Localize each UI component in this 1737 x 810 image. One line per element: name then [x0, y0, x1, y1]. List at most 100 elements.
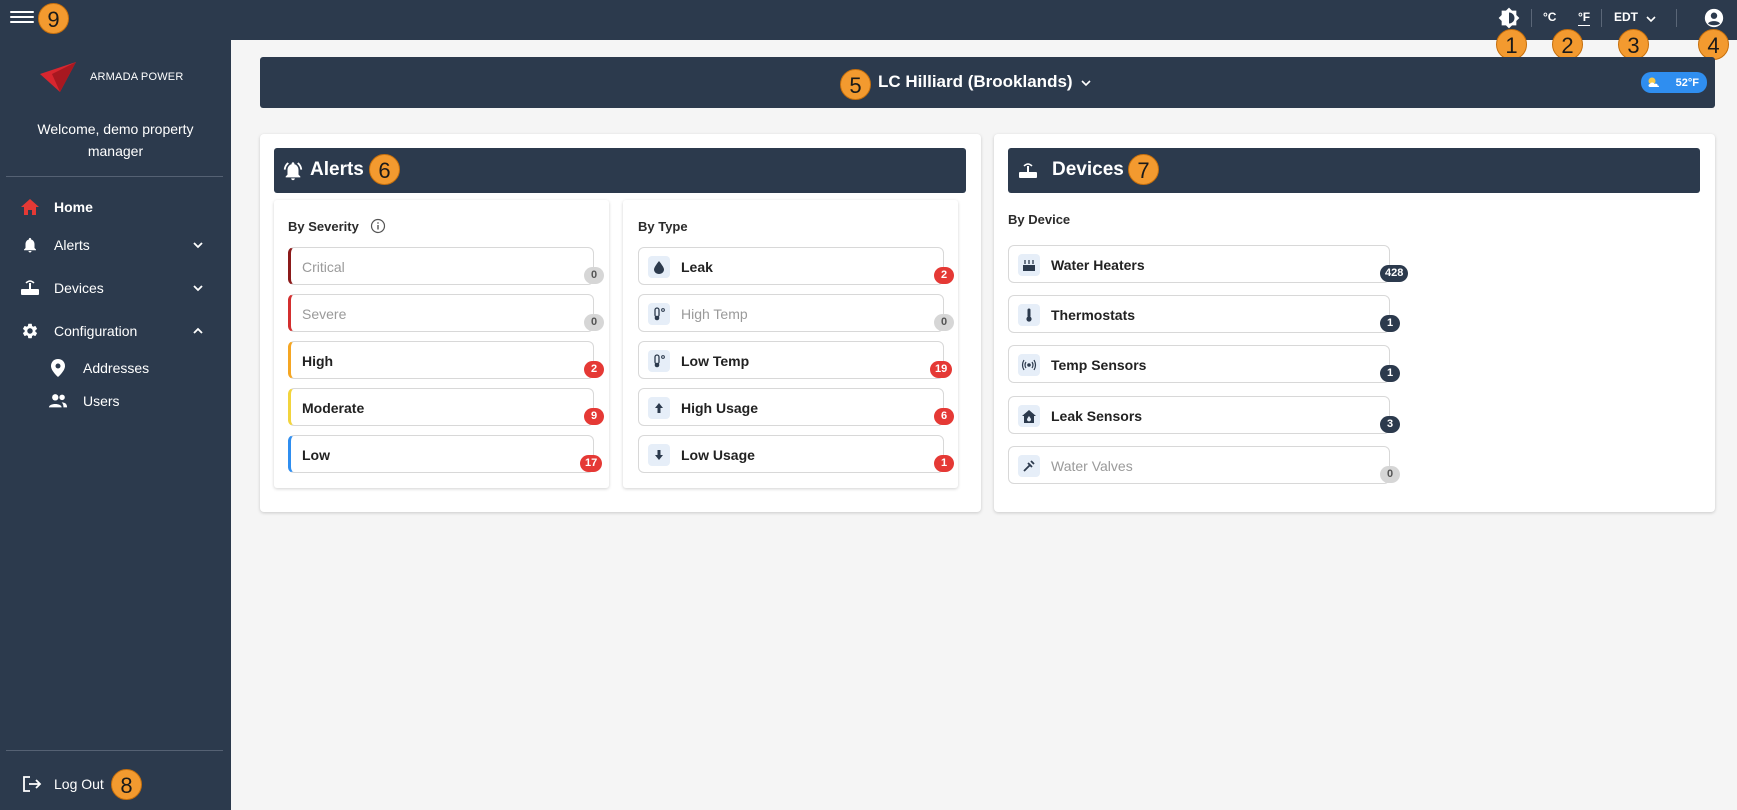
logout-icon: [23, 776, 42, 792]
count-badge: 1: [1380, 365, 1400, 382]
home-icon: [20, 197, 40, 217]
top-bar: 9 °C °F EDT: [0, 0, 1737, 40]
device-label: Leak Sensors: [1051, 408, 1143, 424]
annotation-marker-8: 8: [111, 769, 142, 800]
divider: [1601, 9, 1602, 27]
weather-badge: 52°F: [1641, 72, 1707, 93]
divider: [6, 176, 223, 177]
timezone-select[interactable]: EDT: [1614, 10, 1638, 24]
info-icon[interactable]: [370, 218, 386, 234]
annotation-marker-5: 5: [840, 69, 871, 100]
house-leak-icon: [1018, 405, 1040, 427]
annotation-marker-3: 3: [1618, 29, 1649, 60]
arrow-down-icon: [648, 444, 670, 466]
sidebar-item-home[interactable]: Home: [0, 190, 231, 224]
type-low-temp[interactable]: Low Temp: [638, 341, 944, 379]
count-badge: 0: [934, 314, 954, 331]
count-badge: 17: [580, 455, 603, 472]
sidebar-item-label: Devices: [54, 280, 104, 296]
thermometer-low-icon: [648, 350, 670, 372]
sidebar-item-configuration[interactable]: Configuration: [0, 314, 231, 348]
count-badge: 6: [934, 408, 954, 425]
annotation-marker-7: 7: [1128, 154, 1159, 185]
water-drop-icon: [648, 256, 670, 278]
divider: [1676, 9, 1677, 27]
menu-icon[interactable]: [10, 8, 34, 28]
device-leak-sensors[interactable]: Leak Sensors: [1008, 396, 1390, 434]
device-water-heaters[interactable]: Water Heaters: [1008, 245, 1390, 283]
alerts-card: Alerts 6 By Severity Critical 0 Severe 0…: [260, 134, 981, 512]
chevron-down-icon[interactable]: [191, 281, 205, 295]
account-icon[interactable]: [1703, 7, 1725, 29]
sidebar: ARMADA POWER Welcome, demo property mana…: [0, 40, 231, 810]
sidebar-item-label: Configuration: [54, 323, 138, 339]
annotation-marker-9: 9: [38, 3, 69, 34]
device-label: Thermostats: [1051, 307, 1136, 323]
count-badge: 19: [930, 361, 953, 378]
thermometer-high-icon: [648, 303, 670, 325]
celsius-toggle[interactable]: °C: [1543, 10, 1556, 24]
chevron-down-icon[interactable]: [191, 238, 205, 252]
device-water-valves[interactable]: Water Valves: [1008, 446, 1390, 484]
alerts-title: Alerts: [310, 159, 364, 180]
sensor-icon: [1018, 354, 1040, 376]
thermometer-icon: [1018, 304, 1040, 326]
annotation-marker-1: 1: [1496, 29, 1527, 60]
by-type-panel: By Type Leak 2 High Temp 0 Low Temp 19 H…: [623, 200, 958, 488]
device-temp-sensors[interactable]: Temp Sensors: [1008, 345, 1390, 383]
type-low-usage[interactable]: Low Usage: [638, 435, 944, 473]
brand-name: ARMADA POWER: [90, 71, 184, 83]
sidebar-item-label: Home: [54, 199, 93, 215]
severity-label: Severe: [302, 306, 347, 322]
count-badge: 2: [934, 267, 954, 284]
count-badge: 1: [934, 455, 954, 472]
device-label: Temp Sensors: [1051, 357, 1147, 373]
type-label: Low Temp: [681, 353, 750, 369]
sidebar-item-label: Alerts: [54, 237, 90, 253]
count-badge: 3: [1380, 416, 1400, 433]
severity-moderate[interactable]: Moderate: [288, 388, 594, 426]
type-high-temp[interactable]: High Temp: [638, 294, 944, 332]
valve-icon: [1018, 455, 1040, 477]
severity-severe[interactable]: Severe: [288, 294, 594, 332]
type-label: High Usage: [681, 400, 759, 416]
users-icon: [48, 391, 68, 411]
sidebar-item-alerts[interactable]: Alerts: [0, 228, 231, 262]
count-badge: 0: [584, 314, 604, 331]
device-label: Water Valves: [1051, 458, 1133, 474]
sidebar-item-users[interactable]: Users: [0, 384, 231, 418]
severity-label: Low: [302, 447, 330, 463]
sidebar-item-devices[interactable]: Devices: [0, 271, 231, 305]
chevron-up-icon[interactable]: [191, 324, 205, 338]
devices-card: Devices 7 By Device Water Heaters 428 Th…: [994, 134, 1715, 512]
count-badge: 1: [1380, 315, 1400, 332]
fahrenheit-toggle[interactable]: °F: [1578, 10, 1591, 26]
by-type-title: By Type: [638, 219, 688, 234]
chevron-down-icon[interactable]: [1645, 13, 1657, 25]
property-selector[interactable]: LC Hilliard (Brooklands): [878, 72, 1073, 92]
partly-cloudy-icon: [1648, 77, 1660, 87]
gear-icon: [20, 321, 40, 341]
by-severity-panel: By Severity Critical 0 Severe 0 High 2 M…: [274, 200, 609, 488]
type-leak[interactable]: Leak: [638, 247, 944, 285]
severity-critical[interactable]: Critical: [288, 247, 594, 285]
logout-label: Log Out: [54, 776, 104, 792]
chevron-down-icon[interactable]: [1080, 77, 1092, 89]
divider: [6, 750, 223, 751]
devices-title: Devices: [1052, 159, 1124, 180]
type-label: Leak: [681, 259, 713, 275]
sidebar-item-addresses[interactable]: Addresses: [0, 351, 231, 385]
severity-label: Critical: [302, 259, 345, 275]
sidebar-item-label: Users: [83, 393, 120, 409]
device-thermostats[interactable]: Thermostats: [1008, 295, 1390, 333]
weather-temp: 52°F: [1675, 76, 1699, 89]
count-badge: 9: [584, 408, 604, 425]
welcome-message: Welcome, demo property manager: [37, 121, 194, 159]
brightness-icon[interactable]: [1498, 7, 1520, 29]
severity-high[interactable]: High: [288, 341, 594, 379]
type-high-usage[interactable]: High Usage: [638, 388, 944, 426]
severity-label: Moderate: [302, 400, 365, 416]
type-label: High Temp: [681, 306, 748, 322]
count-badge: 428: [1380, 265, 1409, 282]
severity-low[interactable]: Low: [288, 435, 594, 473]
